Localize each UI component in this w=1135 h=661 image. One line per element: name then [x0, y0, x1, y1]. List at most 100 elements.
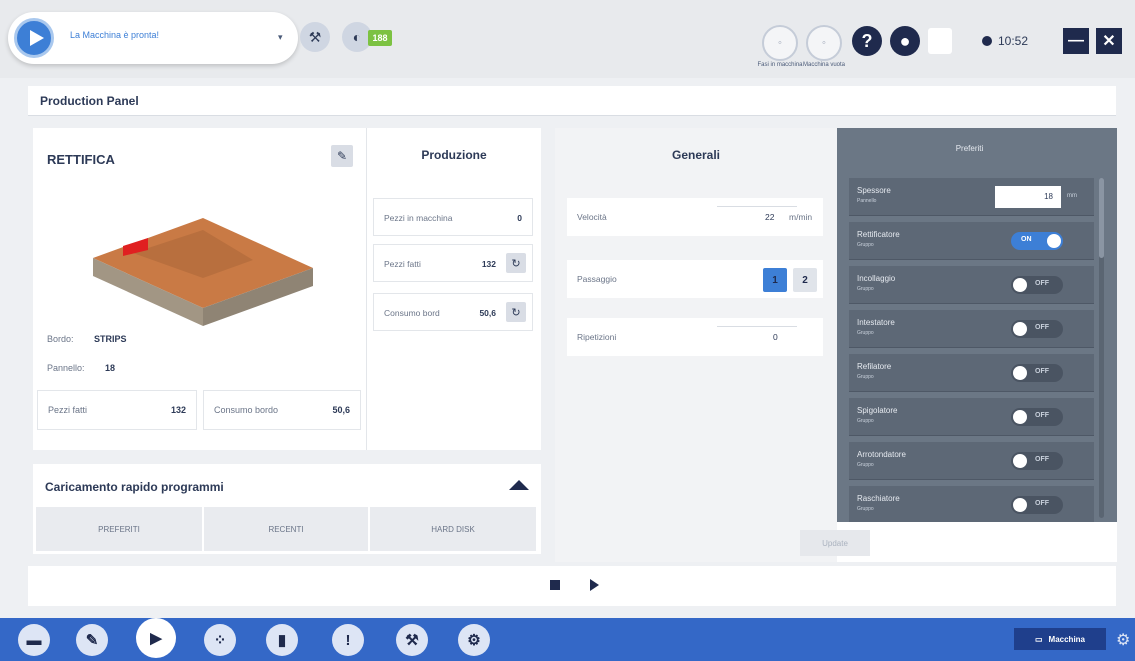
folder-icon[interactable]: ▬ [18, 624, 50, 656]
refresh-icon: ↻ [511, 306, 521, 319]
status-dropdown-icon[interactable]: ▾ [278, 32, 283, 43]
speed-underline [717, 206, 797, 207]
stop-button[interactable] [550, 580, 560, 590]
row-label: Consumo bord [384, 308, 440, 318]
toggle-sub: Gruppo [857, 330, 874, 336]
production-title: Produzione [421, 148, 487, 162]
camera-icon[interactable]: ● [890, 26, 920, 56]
tools-shortcut-icon[interactable]: ⚒ [300, 22, 330, 52]
row-value: 50,6 [479, 308, 496, 318]
settings-icon[interactable]: ⚙ [458, 624, 490, 656]
divider [366, 128, 367, 450]
repetitions-value[interactable]: 0 [773, 332, 778, 342]
speed-field[interactable]: Velocità 22 m/min [567, 198, 823, 236]
toggle-knob [1013, 498, 1027, 512]
toggle-label: Spigolatore [857, 406, 898, 415]
play-button[interactable] [590, 579, 599, 591]
edit-icon[interactable]: ✎ [76, 624, 108, 656]
toggle-sub: Gruppo [857, 286, 874, 292]
help-icon[interactable]: ? [852, 26, 882, 56]
empty-machine-icon[interactable]: ◦ [806, 25, 842, 61]
play-status-icon[interactable] [14, 18, 54, 58]
empty-machine-label: Macchina vuota [802, 62, 846, 68]
alert-icon[interactable]: ! [332, 624, 364, 656]
toggle-row-intestatore: Intestatore Gruppo OFF [849, 310, 1094, 348]
stat-label: Consumo bordo [214, 405, 279, 415]
production-icon[interactable]: ▶ [136, 618, 176, 658]
speed-value[interactable]: 22 [765, 212, 774, 222]
thickness-input[interactable]: 18 [995, 186, 1061, 208]
pieces-in-machine-row: Pezzi in macchina 0 [373, 198, 533, 236]
toggle-sub: Gruppo [857, 418, 874, 424]
tab-hard-disk[interactable]: HARD DISK [369, 506, 537, 552]
minimize-button[interactable]: — [1063, 28, 1089, 54]
edit-icon: ✎ [336, 149, 348, 163]
machine-status-pill[interactable]: La Macchina è pronta! ▾ [8, 12, 298, 64]
clock-time: 10:52 [998, 34, 1029, 48]
toggle-sub: Gruppo [857, 506, 874, 512]
toggle-sub: Gruppo [857, 462, 874, 468]
intestatore-toggle[interactable]: OFF [1011, 320, 1063, 338]
favorites-title: Preferiti [955, 144, 984, 153]
pass-1-button[interactable]: 1 [763, 268, 787, 292]
update-button[interactable]: Update [800, 530, 870, 556]
pass-2-button[interactable]: 2 [793, 268, 817, 292]
rettificatore-toggle[interactable]: ON [1011, 232, 1063, 250]
toggle-row-rettificatore: Rettificatore Gruppo ON [849, 222, 1094, 260]
stat-value: 50,6 [332, 405, 350, 415]
general-title: Generali [671, 148, 721, 162]
tools-icon[interactable]: ⁘ [204, 624, 236, 656]
speed-unit: m/min [789, 212, 813, 222]
gear-icon[interactable]: ⚙ [1116, 630, 1130, 650]
toggle-state: OFF [1035, 368, 1049, 375]
page-title: Production Panel [40, 94, 139, 108]
thickness-label: Spessore [857, 186, 891, 195]
avatar[interactable] [928, 28, 952, 54]
clock: 10:52 [982, 34, 1028, 48]
raschiatore-toggle[interactable]: OFF [1011, 496, 1063, 514]
thickness-unit: mm [1067, 193, 1077, 199]
incollaggio-toggle[interactable]: OFF [1011, 276, 1063, 294]
stats-icon[interactable]: ▮ [266, 624, 298, 656]
toggle-label: Arrotondatore [857, 450, 906, 459]
thickness-sub: Pannello [857, 198, 877, 204]
collapse-arrow-icon[interactable] [509, 480, 529, 490]
machine-title: RETTIFICA [47, 152, 115, 167]
tab-recent[interactable]: RECENTI [203, 506, 369, 552]
phases-in-machine-icon[interactable]: ◦ [762, 25, 798, 61]
general-settings-card: Generali Velocità 22 m/min Passaggio 1 2… [555, 128, 837, 562]
bottom-dock: ▬ ✎ ▶ ⁘ ▮ ! ⚒ ⚙ ▭ Macchina ⚙ [0, 618, 1135, 661]
reset-pieces-button[interactable]: ↻ [506, 253, 526, 273]
arrotondatore-toggle[interactable]: OFF [1011, 452, 1063, 470]
quick-load-title: Caricamento rapido programmi [45, 480, 224, 494]
toggle-row-arrotondatore: Arrotondatore Gruppo OFF [849, 442, 1094, 480]
toggle-label: Raschiatore [857, 494, 900, 503]
reset-consumption-button[interactable]: ↻ [506, 302, 526, 322]
row-label: Pezzi fatti [384, 259, 421, 269]
phases-in-machine-label: Fasi in macchina [757, 62, 803, 68]
toggle-label: Incollaggio [857, 274, 896, 283]
tab-favorites[interactable]: PREFERITI [35, 506, 203, 552]
toggle-state: ON [1021, 236, 1032, 243]
wrench-icon[interactable]: ⚒ [396, 624, 428, 656]
close-button[interactable]: ✕ [1096, 28, 1122, 54]
spigolatore-toggle[interactable]: OFF [1011, 408, 1063, 426]
toggle-row-incollaggio: Incollaggio Gruppo OFF [849, 266, 1094, 304]
scrollbar-thumb[interactable] [1099, 178, 1104, 258]
toggle-state: OFF [1035, 456, 1049, 463]
panel-info: Pannello: 18 [47, 363, 115, 373]
edge-info: Bordo: STRIPS [47, 334, 127, 344]
repetitions-field[interactable]: Ripetizioni 0 [567, 318, 823, 356]
monitor-icon: ▭ [1034, 634, 1043, 644]
toggle-knob [1047, 234, 1061, 248]
toggle-sub: Gruppo [857, 242, 874, 248]
refilatore-toggle[interactable]: OFF [1011, 364, 1063, 382]
toggle-label: Refilatore [857, 362, 892, 371]
favorites-scrollbar[interactable] [1099, 178, 1104, 518]
machine-button[interactable]: ▭ Macchina [1014, 628, 1106, 650]
toggle-knob [1013, 278, 1027, 292]
clock-icon [982, 36, 992, 46]
panel-3d-image [93, 218, 313, 326]
edit-button[interactable]: ✎ [331, 145, 353, 167]
page-header: Production Panel [28, 86, 1116, 116]
